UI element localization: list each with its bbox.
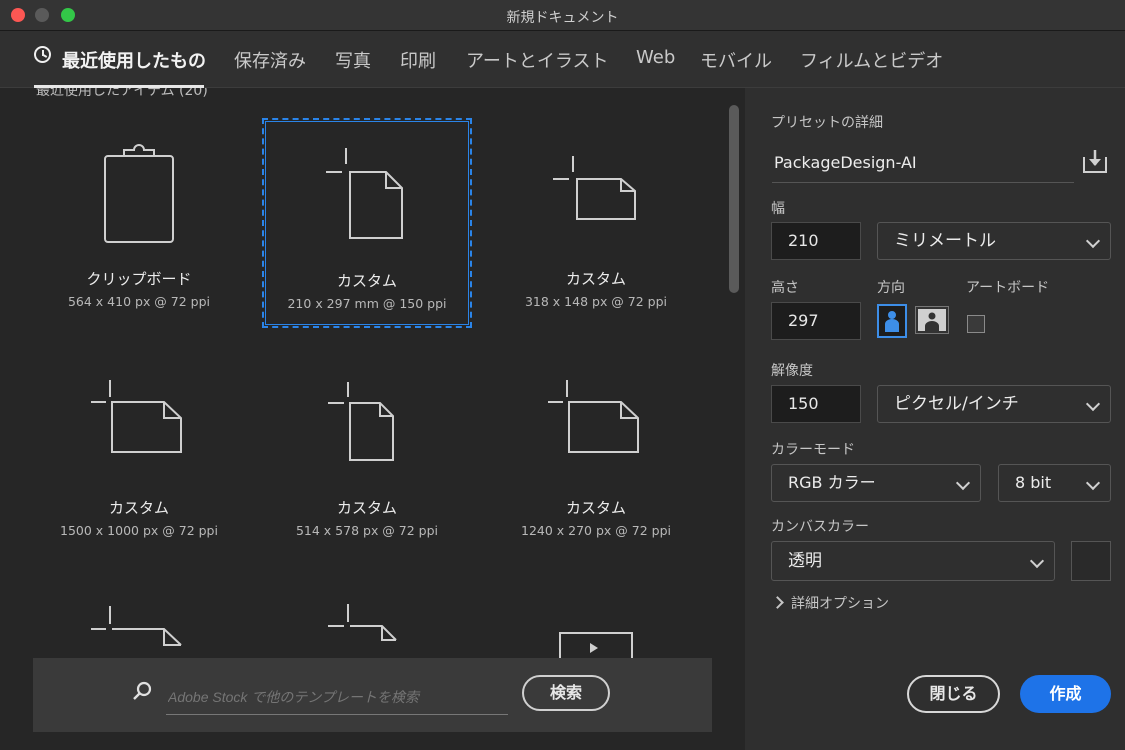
chevron-down-icon xyxy=(1085,396,1101,412)
tab-film-video[interactable]: フィルムとビデオ xyxy=(800,47,943,73)
resolution-unit-select[interactable]: ピクセル/インチ xyxy=(877,385,1111,423)
artboard-label: アートボード xyxy=(966,280,1050,296)
landscape-orientation-button[interactable] xyxy=(915,306,949,334)
tab-art-illustration[interactable]: アートとイラスト xyxy=(466,47,609,73)
chevron-right-icon xyxy=(771,596,784,609)
preset-name-field[interactable]: PackageDesign-AI xyxy=(772,150,1074,183)
preset-details-label: プリセットの詳細 xyxy=(771,115,883,131)
search-icon xyxy=(133,681,152,700)
preset-card-clipboard[interactable]: クリップボード 564 x 410 px @ 72 ppi xyxy=(34,118,244,328)
preset-card-custom-selected[interactable]: カスタム 210 x 297 mm @ 150 ppi xyxy=(262,118,472,328)
preset-name-value: PackageDesign-AI xyxy=(774,153,917,172)
preset-meta: 318 x 148 px @ 72 ppi xyxy=(524,294,668,309)
width-input[interactable]: 210 xyxy=(771,222,861,260)
resolution-unit-value: ピクセル/インチ xyxy=(894,394,1019,414)
preset-name: カスタム xyxy=(108,499,169,517)
bit-depth-select[interactable]: 8 bit xyxy=(998,464,1111,502)
landscape-document-icon xyxy=(548,380,639,453)
tab-web[interactable]: Web xyxy=(636,47,675,68)
preset-meta: 1500 x 1000 px @ 72 ppi xyxy=(60,523,218,538)
portrait-document-icon xyxy=(328,382,394,461)
preset-card-custom[interactable]: カスタム 1500 x 1000 px @ 72 ppi xyxy=(34,347,244,557)
height-input[interactable]: 297 xyxy=(771,302,861,340)
partial-preset-row xyxy=(91,604,633,664)
portrait-orientation-button[interactable] xyxy=(877,304,907,338)
chevron-down-icon xyxy=(1029,553,1045,569)
preset-card-custom[interactable]: カスタム 1240 x 270 px @ 72 ppi xyxy=(491,347,701,557)
canvas-color-value: 透明 xyxy=(788,551,822,571)
preset-meta: 514 x 578 px @ 72 ppi xyxy=(295,523,439,538)
save-preset-icon[interactable] xyxy=(1081,147,1109,175)
canvas-color-label: カンバスカラー xyxy=(771,519,869,535)
tab-print[interactable]: 印刷 xyxy=(400,47,436,73)
landscape-document-icon xyxy=(91,380,182,453)
title-bar: 新規ドキュメント xyxy=(0,0,1125,31)
height-label: 高さ xyxy=(771,280,799,296)
canvas-color-swatch[interactable] xyxy=(1071,541,1111,581)
preset-name: カスタム xyxy=(336,272,397,290)
resolution-input[interactable]: 150 xyxy=(771,385,861,423)
window-title: 新規ドキュメント xyxy=(506,10,619,26)
bit-depth-value: 8 bit xyxy=(1015,473,1052,492)
landscape-person-icon xyxy=(918,309,946,331)
portrait-document-icon xyxy=(326,148,403,239)
tab-photo[interactable]: 写真 xyxy=(335,47,371,73)
resolution-label: 解像度 xyxy=(771,363,813,379)
recent-section-title: 最近使用したアイテム (20) xyxy=(36,88,208,99)
color-mode-value: RGB カラー xyxy=(788,473,876,492)
search-button[interactable]: 検索 xyxy=(522,675,610,711)
presets-scrollbar[interactable] xyxy=(729,105,739,293)
portrait-person-icon xyxy=(885,311,899,332)
artboard-checkbox[interactable] xyxy=(967,315,985,333)
chevron-down-icon xyxy=(1085,475,1101,491)
close-button[interactable]: 閉じる xyxy=(907,675,1000,713)
tab-saved[interactable]: 保存済み xyxy=(234,47,306,73)
clipboard-icon xyxy=(104,144,174,243)
preset-name: カスタム xyxy=(565,499,626,517)
unit-select[interactable]: ミリメートル xyxy=(877,222,1111,260)
advanced-options-label: 詳細オプション xyxy=(791,596,889,612)
category-tabs: 最近使用したもの 保存済み 写真 印刷 アートとイラスト Web モバイル フィ… xyxy=(0,31,1125,88)
preset-meta: 210 x 297 mm @ 150 ppi xyxy=(287,296,447,311)
tab-recent[interactable]: 最近使用したもの xyxy=(62,47,206,73)
width-label: 幅 xyxy=(771,201,785,217)
color-mode-select[interactable]: RGB カラー xyxy=(771,464,981,502)
unit-select-value: ミリメートル xyxy=(894,231,996,251)
clock-icon xyxy=(34,46,51,63)
tab-mobile[interactable]: モバイル xyxy=(700,47,772,73)
preset-name: クリップボード xyxy=(86,270,192,288)
canvas-color-select[interactable]: 透明 xyxy=(771,541,1055,581)
new-document-dialog: 新規ドキュメント 最近使用したもの 保存済み 写真 印刷 アートとイラスト We… xyxy=(0,0,1125,750)
color-mode-label: カラーモード xyxy=(771,442,855,458)
preset-meta: 1240 x 270 px @ 72 ppi xyxy=(521,523,671,538)
preset-card-custom[interactable]: カスタム 514 x 578 px @ 72 ppi xyxy=(262,347,472,557)
orientation-label: 方向 xyxy=(877,280,905,296)
preset-name: カスタム xyxy=(336,499,397,517)
chevron-down-icon xyxy=(955,475,971,491)
create-button[interactable]: 作成 xyxy=(1020,675,1111,713)
preset-name: カスタム xyxy=(565,270,626,288)
recent-presets-panel: 最近使用したアイテム (20) クリップボード 564 x 410 px @ 7… xyxy=(0,88,745,750)
preset-card-custom[interactable]: カスタム 318 x 148 px @ 72 ppi xyxy=(491,118,701,328)
stock-search-input[interactable] xyxy=(166,682,508,715)
landscape-document-icon xyxy=(553,156,636,220)
advanced-options-toggle[interactable]: 詳細オプション xyxy=(771,593,889,613)
preset-meta: 564 x 410 px @ 72 ppi xyxy=(67,294,211,309)
chevron-down-icon xyxy=(1085,233,1101,249)
